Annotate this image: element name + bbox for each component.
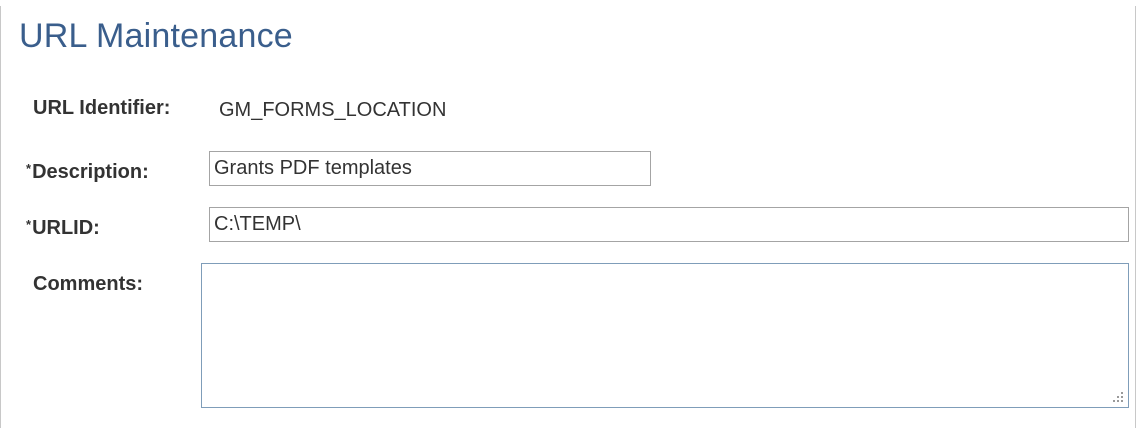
page-title: URL Maintenance: [19, 17, 293, 55]
urlid-label-text: URLID:: [32, 217, 100, 239]
required-marker: *: [26, 161, 32, 176]
url-identifier-value: GM_FORMS_LOCATION: [219, 99, 447, 121]
description-label-text: Description:: [32, 161, 149, 183]
description-field[interactable]: Grants PDF templates: [209, 151, 651, 186]
comments-label: Comments:: [33, 273, 144, 295]
resize-grip-icon[interactable]: [1110, 389, 1124, 403]
required-marker: *: [26, 217, 32, 232]
urlid-label: *URLID:: [26, 217, 100, 240]
urlid-field[interactable]: C:\TEMP\: [209, 207, 1129, 242]
url-identifier-label: URL Identifier:: [33, 97, 171, 119]
comments-textarea[interactable]: [201, 263, 1129, 408]
description-label: *Description:: [26, 161, 149, 184]
